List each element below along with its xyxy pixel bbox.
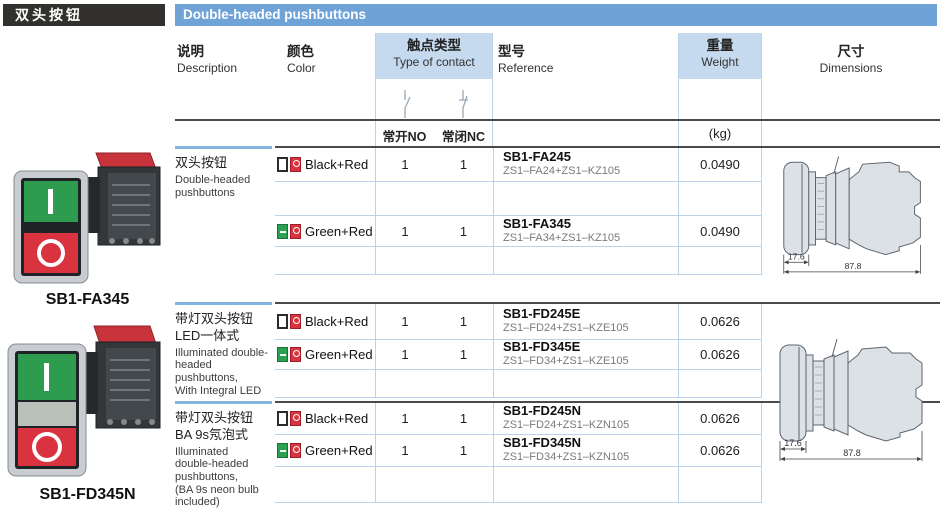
black-red-swatch-icon: [277, 314, 301, 329]
nc-count: 1: [434, 148, 493, 181]
color-label: Green+Red: [305, 347, 373, 362]
no-count: 1: [375, 435, 434, 466]
reference-composition: ZS1–FA24+ZS1–KZ105: [503, 165, 620, 178]
red-swatch: [290, 157, 301, 172]
weight-value: 0.0626: [678, 435, 762, 466]
green-red-swatch-icon: [277, 224, 301, 239]
dim-value-length: 87.8: [843, 448, 861, 458]
color-label: Black+Red: [305, 157, 368, 172]
page-title-cn: 双头按钮: [3, 4, 165, 26]
table-row: Black+Red 1 1 SB1-FD245N ZS1–FD24+ZS1–KZ…: [275, 403, 762, 435]
reference-composition: ZS1–FA34+ZS1–KZ105: [503, 232, 620, 245]
spacer-row: [275, 247, 762, 275]
dim-value-length: 87.8: [845, 261, 862, 271]
header-divider: [175, 119, 940, 121]
green-red-swatch-icon: [277, 347, 301, 362]
nc-count: 1: [434, 340, 493, 369]
no-count: 1: [375, 340, 434, 369]
group-description: 双头按钮 Double-headed pushbuttons: [175, 146, 272, 277]
green-swatch: [277, 224, 288, 239]
dimension-drawing-1: 17.6 87.8: [778, 152, 930, 291]
weight-value: 0.0626: [678, 403, 762, 434]
table-row: Green+Red 1 1 SB1-FA345 ZS1–FA34+ZS1–KZ1…: [275, 216, 762, 247]
color-label: Green+Red: [305, 443, 373, 458]
dimensions-divider: [762, 302, 940, 304]
color-label: Black+Red: [305, 411, 368, 426]
reference-composition: ZS1–FD24+ZS1–KZN105: [503, 419, 629, 432]
dimensions-divider: [762, 146, 940, 148]
table-row: Green+Red 1 1 SB1-FD345E ZS1–FD34+ZS1–KZ…: [275, 340, 762, 370]
col-header-description: 说明 Description: [177, 44, 237, 75]
table-row: Green+Red 1 1 SB1-FD345N ZS1–FD34+ZS1–KZ…: [275, 435, 762, 467]
green-swatch: [277, 443, 288, 458]
dim-value-width: 17.6: [784, 438, 802, 448]
no-count: 1: [375, 216, 434, 246]
weight-value: 0.0626: [678, 304, 762, 339]
reference-composition: ZS1–FD34+ZS1–KZE105: [503, 355, 629, 368]
no-count: 1: [375, 403, 434, 434]
nc-column-label: 常闭NC: [434, 126, 493, 145]
red-swatch: [290, 224, 301, 239]
dim-value-width: 17.6: [788, 251, 805, 261]
no-count: 1: [375, 148, 434, 181]
reference-code: SB1-FA245: [503, 150, 571, 165]
weight-unit-label: (kg): [678, 126, 762, 141]
reference-code: SB1-FD345E: [503, 340, 580, 355]
nc-count: 1: [434, 403, 493, 434]
black-red-swatch-icon: [277, 157, 301, 172]
red-swatch: [290, 443, 301, 458]
color-label: Green+Red: [305, 224, 373, 239]
black-swatch: [277, 157, 288, 172]
red-swatch: [290, 411, 301, 426]
spacer-row: [275, 370, 762, 398]
color-label: Black+Red: [305, 314, 368, 329]
nc-count: 1: [434, 304, 493, 339]
black-swatch: [277, 314, 288, 329]
dimension-drawing-2: 17.6 87.8: [774, 334, 932, 479]
black-red-swatch-icon: [277, 411, 301, 426]
reference-code: SB1-FD245N: [503, 404, 581, 419]
no-column-label: 常开NO: [375, 126, 434, 145]
reference-code: SB1-FA345: [503, 217, 571, 232]
product-label: SB1-FA345: [0, 291, 175, 309]
reference-composition: ZS1–FD24+ZS1–KZE105: [503, 322, 629, 335]
product-photo-sb1-fa345: [10, 143, 168, 294]
reference-composition: ZS1–FD34+ZS1–KZN105: [503, 451, 629, 464]
group-description: 带灯双头按钮 BA 9s氖泡式 Illuminated double-heade…: [175, 401, 272, 503]
weight-value: 0.0490: [678, 216, 762, 246]
table-row: Black+Red 1 1 SB1-FA245 ZS1–FA24+ZS1–KZ1…: [275, 148, 762, 182]
green-red-swatch-icon: [277, 443, 301, 458]
weight-value: 0.0490: [678, 148, 762, 181]
spacer-row: [275, 467, 762, 503]
spacer-row: [275, 182, 762, 216]
red-swatch: [290, 347, 301, 362]
weight-value: 0.0626: [678, 340, 762, 369]
product-label: SB1-FD345N: [0, 486, 175, 504]
no-count: 1: [375, 304, 434, 339]
group-description: 带灯双头按钮 LED一体式 Illuminated double- headed…: [175, 302, 272, 398]
reference-code: SB1-FD245E: [503, 307, 580, 322]
catalog-page: 双头按钮 Double-headed pushbuttons SB1-FA345: [0, 0, 940, 517]
black-swatch: [277, 411, 288, 426]
nc-count: 1: [434, 216, 493, 246]
table-row: Black+Red 1 1 SB1-FD245E ZS1–FD24+ZS1–KZ…: [275, 304, 762, 340]
green-swatch: [277, 347, 288, 362]
product-photo-sb1-fd345n: [4, 314, 166, 487]
col-header-dimensions: 尺寸 Dimensions: [762, 44, 940, 75]
col-header-reference: 型号 Reference: [498, 44, 553, 75]
col-header-color: 颜色 Color: [287, 44, 316, 75]
reference-code: SB1-FD345N: [503, 436, 581, 451]
red-swatch: [290, 314, 301, 329]
nc-count: 1: [434, 435, 493, 466]
